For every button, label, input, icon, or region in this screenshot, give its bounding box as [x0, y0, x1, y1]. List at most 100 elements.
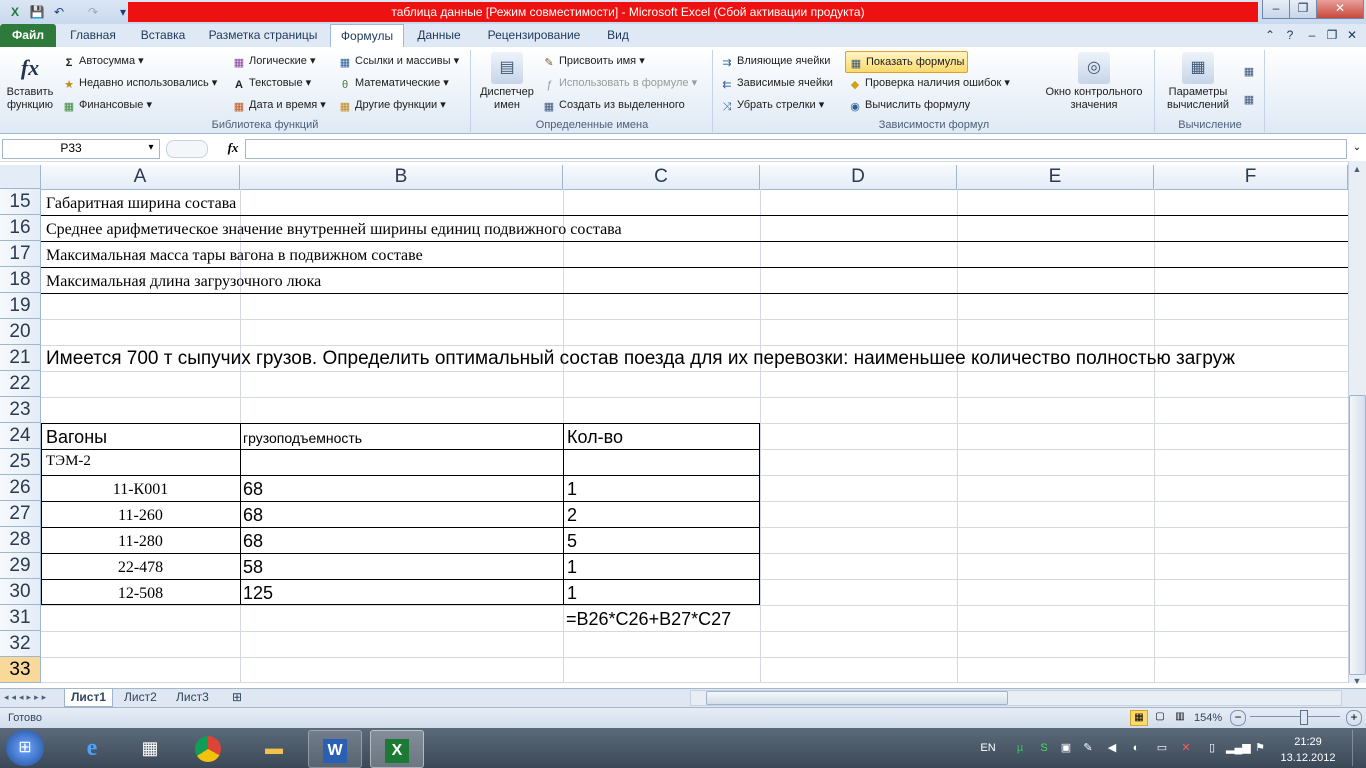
excel-logo-icon[interactable]: X: [6, 3, 24, 21]
cell-c27[interactable]: 2: [567, 505, 577, 526]
cell-c29[interactable]: 1: [567, 557, 577, 578]
insert-sheet-icon[interactable]: ⊞: [226, 689, 248, 706]
row-header-24[interactable]: 24: [0, 423, 41, 449]
explorer-icon[interactable]: ▬: [248, 730, 300, 766]
minimize-button[interactable]: –: [1262, 0, 1290, 19]
cell-b24[interactable]: грузоподъемность: [243, 430, 362, 446]
sheet-tab-2[interactable]: Лист2: [118, 689, 163, 706]
watch-window-button[interactable]: ◎ Окно контрольного значения: [1036, 52, 1152, 112]
tab-page-layout[interactable]: Разметка страницы: [200, 24, 326, 47]
row-header-25[interactable]: 25: [0, 449, 41, 475]
tab-view[interactable]: Вид: [596, 24, 640, 47]
column-header-f[interactable]: F: [1154, 165, 1348, 189]
cell-a16[interactable]: Среднее арифметическое значение внутренн…: [46, 221, 622, 239]
cell-b28[interactable]: 68: [243, 531, 263, 552]
cell-a24[interactable]: Вагоны: [46, 427, 107, 448]
start-button-icon[interactable]: ⊞: [6, 730, 44, 766]
row-header-28[interactable]: 28: [0, 527, 41, 553]
cell-a27[interactable]: 11-260: [41, 507, 240, 525]
doc-close-button[interactable]: ✕: [1344, 27, 1360, 43]
row-header-15[interactable]: 15: [0, 189, 41, 215]
page-layout-view-icon[interactable]: ▢: [1152, 710, 1168, 724]
scroll-up-icon[interactable]: ▲: [1350, 162, 1364, 176]
formula-bar-expand-icon[interactable]: ⌄: [1350, 140, 1364, 156]
undo-icon[interactable]: ↶: [50, 3, 68, 21]
page-break-view-icon[interactable]: ▥: [1172, 710, 1188, 724]
zoom-in-button[interactable]: +: [1346, 710, 1362, 726]
language-indicator[interactable]: EN: [978, 740, 998, 756]
insert-function-button[interactable]: fx Вставить функцию: [4, 52, 56, 112]
sheet-tab-1[interactable]: Лист1: [64, 689, 114, 707]
cell-a15[interactable]: Габаритная ширина состава: [46, 195, 236, 213]
row-header-32[interactable]: 32: [0, 631, 41, 657]
tab-formulas[interactable]: Формулы: [330, 24, 404, 48]
cell-c30[interactable]: 1: [567, 583, 577, 604]
zoom-level[interactable]: 154%: [1194, 710, 1226, 726]
cell-a18[interactable]: Максимальная длина загрузочного люка: [46, 273, 321, 291]
column-header-e[interactable]: E: [957, 165, 1154, 189]
row-header-22[interactable]: 22: [0, 371, 41, 397]
trace-precedents-button[interactable]: ⇉ Влияющие ячейки: [720, 51, 830, 71]
row-header-21[interactable]: 21: [0, 345, 41, 371]
tray-app-icon[interactable]: ✎: [1080, 740, 1096, 756]
signal-icon[interactable]: ▂▄▆: [1226, 740, 1251, 756]
cell-a17[interactable]: Максимальная масса тары вагона в подвижн…: [46, 247, 423, 265]
datetime-button[interactable]: ▦ Дата и время ▾: [232, 95, 326, 115]
row-header-18[interactable]: 18: [0, 267, 41, 293]
cell-a21[interactable]: Имеется 700 т сыпучих грузов. Определить…: [46, 348, 1346, 370]
row-header-29[interactable]: 29: [0, 553, 41, 579]
column-header-b[interactable]: B: [240, 165, 563, 189]
more-functions-button[interactable]: ▦ Другие функции ▾: [338, 95, 446, 115]
zoom-slider-thumb[interactable]: [1300, 710, 1308, 725]
use-in-formula-button[interactable]: ƒ Использовать в формуле ▾: [542, 73, 697, 93]
save-icon[interactable]: 💾: [28, 3, 46, 21]
recent-functions-button[interactable]: ★ Недавно использовались ▾: [62, 73, 217, 93]
doc-restore-button[interactable]: ❐: [1324, 27, 1340, 43]
redo-icon[interactable]: ↷: [84, 3, 102, 21]
row-header-17[interactable]: 17: [0, 241, 41, 267]
display-icon[interactable]: ▭: [1154, 740, 1170, 756]
volume-muted-icon[interactable]: ◀: [1104, 740, 1120, 756]
flag-icon[interactable]: ⚑: [1252, 740, 1268, 756]
tab-insert[interactable]: Вставка: [130, 24, 196, 47]
scroll-down-icon[interactable]: ▼: [1350, 676, 1364, 686]
sheet-nav-arrows-icon[interactable]: ◂◂◂▸▸▸: [4, 690, 60, 704]
text-functions-button[interactable]: A Текстовые ▾: [232, 73, 311, 93]
ribbon-collapse-icon[interactable]: ⌃: [1262, 27, 1278, 43]
calculator-app-icon[interactable]: ▦: [124, 730, 176, 766]
cell-a25[interactable]: ТЭМ-2: [46, 453, 91, 470]
tab-data[interactable]: Данные: [406, 24, 472, 47]
zoom-slider-track[interactable]: [1250, 716, 1340, 717]
row-header-16[interactable]: 16: [0, 215, 41, 241]
row-header-20[interactable]: 20: [0, 319, 41, 345]
row-header-27[interactable]: 27: [0, 501, 41, 527]
show-desktop-button[interactable]: [1352, 730, 1365, 766]
logical-button[interactable]: ▦ Логические ▾: [232, 51, 316, 71]
skype-tray-icon[interactable]: S: [1036, 740, 1052, 756]
row-header-30[interactable]: 30: [0, 579, 41, 605]
error-checking-button[interactable]: ◆ Проверка наличия ошибок ▾: [848, 73, 1010, 93]
select-all-corner[interactable]: [0, 165, 41, 189]
clock-date[interactable]: 13.12.2012: [1280, 750, 1336, 766]
vertical-scroll-thumb[interactable]: [1349, 395, 1366, 675]
trace-dependents-button[interactable]: ⇇ Зависимые ячейки: [720, 73, 833, 93]
ie-icon[interactable]: e: [66, 730, 118, 766]
cell-b27[interactable]: 68: [243, 505, 263, 526]
name-box-dropdown-icon[interactable]: ▾: [144, 139, 158, 157]
cell-a29[interactable]: 22-478: [41, 559, 240, 577]
cell-c28[interactable]: 5: [567, 531, 577, 552]
tray-app-icon[interactable]: ◐: [1128, 740, 1144, 756]
name-manager-button[interactable]: ▤ Диспетчер имен: [476, 52, 538, 112]
formula-bar-resizer[interactable]: [166, 140, 208, 158]
financial-button[interactable]: ▦ Финансовые ▾: [62, 95, 152, 115]
close-button[interactable]: ✕: [1316, 0, 1364, 19]
column-header-c[interactable]: C: [563, 165, 760, 189]
cell-a28[interactable]: 11-280: [41, 533, 240, 551]
row-header-33[interactable]: 33: [0, 657, 41, 683]
utorrent-icon[interactable]: µ: [1012, 740, 1028, 756]
formula-input[interactable]: [245, 139, 1347, 159]
row-header-23[interactable]: 23: [0, 397, 41, 423]
cell-a26[interactable]: 11-К001: [41, 481, 240, 499]
fx-icon[interactable]: fx: [224, 139, 242, 157]
lookup-button[interactable]: ▦ Ссылки и массивы ▾: [338, 51, 459, 71]
